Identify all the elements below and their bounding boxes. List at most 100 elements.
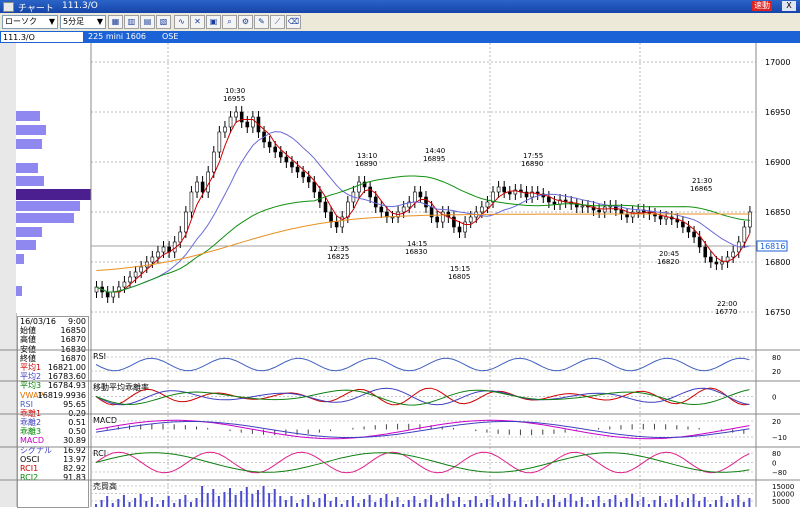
volume-bar <box>178 499 181 507</box>
candle-body <box>390 216 395 219</box>
volume-bar <box>720 496 723 507</box>
candle-body <box>373 196 378 208</box>
candle-body <box>664 216 668 220</box>
panel-tick: 0 <box>772 460 776 468</box>
candle-body <box>502 186 506 193</box>
volume-bar <box>491 495 494 507</box>
price-tick: 17000 <box>765 58 790 67</box>
panel-tick: 5000 <box>772 498 790 506</box>
candle-body <box>692 231 696 238</box>
annotation-price: 16890 <box>355 160 377 168</box>
volume-bar <box>698 501 701 507</box>
volume-bar <box>201 486 204 507</box>
volume-bar <box>217 496 220 507</box>
panel-tick: 80 <box>772 450 781 458</box>
panel-tick: 20 <box>772 418 781 426</box>
volume-bar <box>284 500 287 507</box>
candle-body <box>290 161 294 168</box>
volume-bar <box>167 496 170 507</box>
volume-bar <box>357 503 360 507</box>
price-tick: 16850 <box>765 208 790 217</box>
signal-line <box>95 421 750 438</box>
volume-bar <box>329 501 332 507</box>
volume-bar <box>458 497 461 507</box>
annotation-time: 20:45 <box>659 250 679 258</box>
annotation-price: 16820 <box>657 258 679 266</box>
annotation-price: 16865 <box>690 185 712 193</box>
volume-bar <box>575 501 578 507</box>
volume-bar <box>508 494 511 507</box>
volume-bar <box>441 498 444 507</box>
candle-body <box>496 186 501 193</box>
candle-body <box>211 151 216 173</box>
volume-bar <box>653 500 656 507</box>
candle-body <box>418 191 423 198</box>
annotation-price: 16805 <box>448 273 470 281</box>
candle-body <box>619 209 624 215</box>
volume-bar <box>223 492 226 507</box>
price-tick: 16950 <box>765 108 790 117</box>
annotation-time: 12:35 <box>329 245 349 253</box>
candle-body <box>401 206 406 213</box>
volume-bar <box>100 500 103 507</box>
price-tick: 16900 <box>765 158 790 167</box>
annotation-time: 22:00 <box>717 300 737 308</box>
volume-bar <box>106 496 109 507</box>
annotation-price: 16890 <box>521 160 543 168</box>
candle-body <box>195 181 199 193</box>
price-tick: 16800 <box>765 258 790 267</box>
volume-bar <box>592 500 595 507</box>
volume-bar <box>497 502 500 507</box>
volume-bar <box>301 499 304 507</box>
volume-bar <box>502 498 505 507</box>
candle-body <box>413 191 417 203</box>
volume-bar <box>262 486 265 507</box>
candle-body <box>234 111 238 118</box>
volume-bar <box>446 494 449 507</box>
candle-body <box>709 256 713 263</box>
volume-bar <box>390 501 393 507</box>
volume-bar <box>469 500 472 507</box>
volume-bar <box>474 496 477 507</box>
candle-body <box>385 211 389 218</box>
volume-bar <box>731 499 734 507</box>
volume-bar <box>212 489 215 507</box>
candle-body <box>379 206 384 213</box>
volume-bar <box>631 494 634 507</box>
volume-bar <box>681 502 684 507</box>
candle-body <box>284 156 289 163</box>
volume-bar <box>351 496 354 507</box>
candle-body <box>245 121 250 128</box>
volume-bar <box>145 501 148 507</box>
volume-bar <box>480 503 483 507</box>
annotation-time: 21:30 <box>692 177 712 185</box>
candle-body <box>485 201 490 208</box>
candle-body <box>267 141 272 148</box>
volume-bar <box>184 495 187 507</box>
candle-body <box>681 221 685 228</box>
candle-body <box>714 261 719 265</box>
volume-bar <box>748 498 751 507</box>
candle-body <box>251 116 255 128</box>
volume-bar <box>675 495 678 507</box>
candle-body <box>435 216 439 223</box>
volume-bar <box>580 497 583 507</box>
candle-body <box>189 191 194 213</box>
annotation-price: 16955 <box>223 95 245 103</box>
volume-bar <box>686 498 689 507</box>
panel-tick: 0 <box>772 394 776 402</box>
candle-body <box>184 211 188 233</box>
candle-body <box>318 191 322 203</box>
candle-body <box>105 291 110 298</box>
candle-body <box>507 191 512 195</box>
volume-bar <box>162 500 165 507</box>
volume-bar <box>396 497 399 507</box>
volume-bar <box>279 496 282 507</box>
volume-bar <box>134 498 137 507</box>
chart-canvas[interactable]: 17000 16950 16900 16850 16800 16750 16816 10:3… <box>0 0 800 507</box>
candle-body <box>128 276 132 283</box>
candle-body <box>312 181 317 193</box>
volume-bar <box>195 498 198 507</box>
candle-body <box>597 209 601 213</box>
candle-body <box>329 211 333 223</box>
